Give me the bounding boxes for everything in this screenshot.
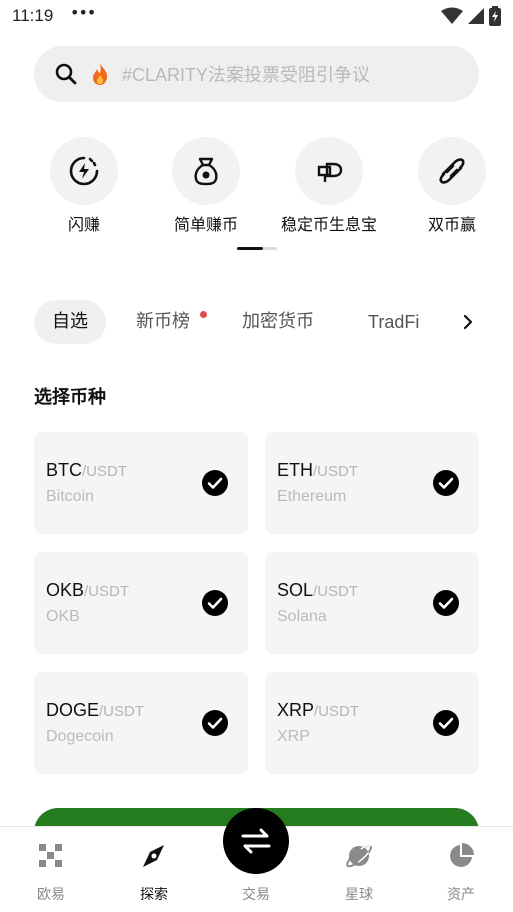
quick-entry-stablecoin[interactable]: 稳定币生息宝 [274,137,384,235]
check-circle-icon[interactable] [433,470,459,496]
nav-label: 资产 [447,887,475,903]
pager-active-segment [237,247,263,250]
quick-entries-pager [237,247,277,250]
coin-quote: /USDT [313,463,358,480]
tab-crypto[interactable]: 加密货币 [242,300,314,344]
compass-icon [143,845,164,867]
coin-pair: XRP/USDT [277,700,359,721]
coin-name: Bitcoin [46,488,95,505]
status-bar: 11:19 ••• [0,0,513,34]
coin-card-xrp[interactable]: XRP/USDT XRP [265,672,479,774]
coin-name: Dogecoin [46,728,114,745]
tab-new-listings[interactable]: 新币榜 [136,300,190,344]
nav-label: 星球 [345,887,373,903]
coin-symbol: DOGE [46,700,100,720]
coin-quote: /USDT [84,583,130,600]
check-circle-icon[interactable] [433,590,459,616]
stablecoin-icon [295,137,363,205]
search-icon [55,63,77,85]
status-time: 11:19 [12,6,54,25]
flash-earn-icon [50,137,118,205]
coin-symbol: ETH [277,460,313,480]
coin-symbol: OKB [46,580,85,600]
coin-pair: SOL/USDT [277,580,358,601]
coin-name: XRP [277,728,310,745]
battery-icon [489,6,501,26]
status-more-dots: ••• [70,3,96,22]
check-circle-icon[interactable] [202,710,228,736]
pager-rest-segment [263,247,277,250]
coin-pair: BTC/USDT [46,460,127,481]
quick-entries: 闪赚 简单赚币 稳定币生息宝 双币赢 [0,137,513,237]
trade-swap-button[interactable] [223,808,289,874]
coin-quote: /USDT [313,583,359,600]
quick-entry-simple-earn[interactable]: 简单赚币 [151,137,261,235]
notification-dot [200,311,207,318]
coin-symbol: BTC [46,460,82,480]
money-bag-icon [172,137,240,205]
nav-label: 探索 [140,887,168,903]
planet-icon [346,844,372,868]
quick-entry-label: 双币赢 [427,215,476,234]
coin-card-doge[interactable]: DOGE/USDT Dogecoin [34,672,248,774]
check-circle-icon[interactable] [202,590,228,616]
coin-card-okb[interactable]: OKB/USDT OKB [34,552,248,654]
coin-quote: /USDT [314,703,360,720]
market-tabs: 自选 新币榜 加密货币 TradFi [34,300,494,344]
quick-entry-label: 简单赚币 [173,215,238,234]
coin-symbol: XRP [277,700,315,720]
search-bar[interactable]: #CLARITY法案投票受阻引争议 [34,46,479,102]
nav-label: 欧易 [37,887,65,903]
quick-entry-label: 稳定币生息宝 [280,215,377,234]
coin-name: Solana [277,608,327,625]
quick-entry-dual-coin[interactable]: 双币赢 [397,137,507,235]
okx-logo-icon [39,844,62,867]
coin-quote: /USDT [82,463,127,480]
coin-quote: /USDT [99,703,145,720]
wifi-icon [441,7,463,24]
quick-entry-flash-earn[interactable]: 闪赚 [29,137,139,235]
coin-name: OKB [46,608,80,625]
check-circle-icon[interactable] [433,710,459,736]
coin-pair: OKB/USDT [46,580,129,601]
coin-card-btc[interactable]: BTC/USDT Bitcoin [34,432,248,534]
coin-symbol: SOL [277,580,314,600]
status-icons [441,6,501,26]
coin-card-eth[interactable]: ETH/USDT Ethereum [265,432,479,534]
dual-coin-icon [418,137,486,205]
tab-tradfi[interactable]: TradFi [368,300,419,344]
coin-pair: DOGE/USDT [46,700,144,721]
tab-favorites[interactable]: 自选 [34,300,106,344]
coin-name: Ethereum [277,488,347,505]
section-title: 选择币种 [34,387,106,408]
coin-pair: ETH/USDT [277,460,358,481]
signal-icon [468,8,484,24]
pie-chart-icon [450,843,474,867]
check-circle-icon[interactable] [202,470,228,496]
swap-icon [241,828,271,854]
coin-card-sol[interactable]: SOL/USDT Solana [265,552,479,654]
nav-label: 交易 [242,887,270,903]
quick-entry-label: 闪赚 [67,215,100,234]
fire-icon [93,63,108,85]
search-input[interactable]: #CLARITY法案投票受阻引争议 [122,61,370,87]
chevron-right-icon[interactable] [458,312,478,332]
